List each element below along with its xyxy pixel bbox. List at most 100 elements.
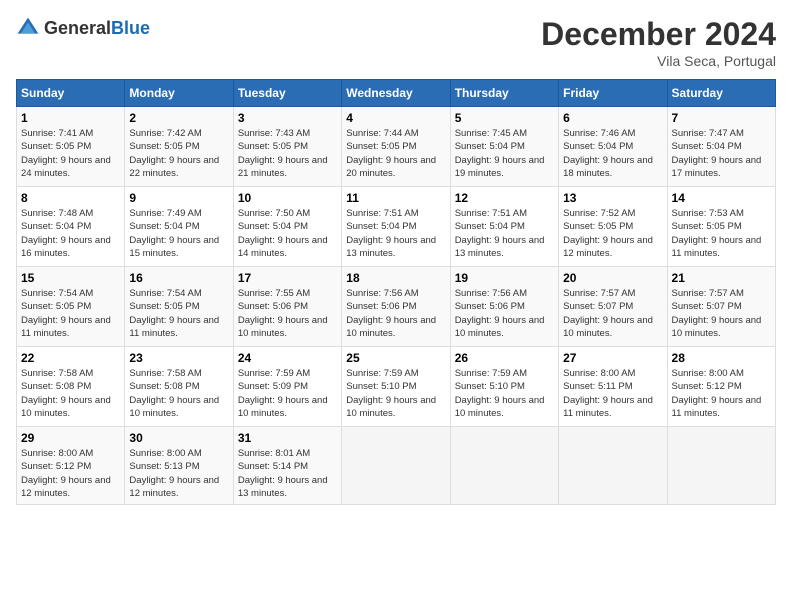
day-number: 12 xyxy=(455,191,554,205)
day-info: Sunrise: 7:50 AM Sunset: 5:04 PM Dayligh… xyxy=(238,207,337,260)
month-title: December 2024 xyxy=(541,16,776,53)
day-info: Sunrise: 7:51 AM Sunset: 5:04 PM Dayligh… xyxy=(346,207,445,260)
day-info: Sunrise: 7:54 AM Sunset: 5:05 PM Dayligh… xyxy=(129,287,228,340)
logo: GeneralBlue xyxy=(16,16,150,40)
day-number: 22 xyxy=(21,351,120,365)
day-info: Sunrise: 7:51 AM Sunset: 5:04 PM Dayligh… xyxy=(455,207,554,260)
day-info: Sunrise: 7:57 AM Sunset: 5:07 PM Dayligh… xyxy=(672,287,771,340)
day-info: Sunrise: 8:00 AM Sunset: 5:11 PM Dayligh… xyxy=(563,367,662,420)
col-tuesday: Tuesday xyxy=(233,80,341,107)
table-row: 2 Sunrise: 7:42 AM Sunset: 5:05 PM Dayli… xyxy=(125,107,233,187)
table-row: 24 Sunrise: 7:59 AM Sunset: 5:09 PM Dayl… xyxy=(233,347,341,427)
day-number: 5 xyxy=(455,111,554,125)
calendar-table: Sunday Monday Tuesday Wednesday Thursday… xyxy=(16,79,776,505)
day-number: 27 xyxy=(563,351,662,365)
table-row xyxy=(559,427,667,505)
day-info: Sunrise: 7:59 AM Sunset: 5:10 PM Dayligh… xyxy=(346,367,445,420)
table-row: 18 Sunrise: 7:56 AM Sunset: 5:06 PM Dayl… xyxy=(342,267,450,347)
calendar-body: 1 Sunrise: 7:41 AM Sunset: 5:05 PM Dayli… xyxy=(17,107,776,505)
day-info: Sunrise: 8:01 AM Sunset: 5:14 PM Dayligh… xyxy=(238,447,337,500)
table-row: 10 Sunrise: 7:50 AM Sunset: 5:04 PM Dayl… xyxy=(233,187,341,267)
day-number: 28 xyxy=(672,351,771,365)
day-info: Sunrise: 7:56 AM Sunset: 5:06 PM Dayligh… xyxy=(346,287,445,340)
location-subtitle: Vila Seca, Portugal xyxy=(541,53,776,69)
day-number: 23 xyxy=(129,351,228,365)
table-row: 21 Sunrise: 7:57 AM Sunset: 5:07 PM Dayl… xyxy=(667,267,775,347)
day-info: Sunrise: 7:56 AM Sunset: 5:06 PM Dayligh… xyxy=(455,287,554,340)
day-number: 3 xyxy=(238,111,337,125)
table-row: 3 Sunrise: 7:43 AM Sunset: 5:05 PM Dayli… xyxy=(233,107,341,187)
logo-general: General xyxy=(44,18,111,38)
day-info: Sunrise: 7:54 AM Sunset: 5:05 PM Dayligh… xyxy=(21,287,120,340)
table-row: 1 Sunrise: 7:41 AM Sunset: 5:05 PM Dayli… xyxy=(17,107,125,187)
day-number: 9 xyxy=(129,191,228,205)
day-number: 2 xyxy=(129,111,228,125)
logo-icon xyxy=(16,16,40,40)
day-info: Sunrise: 8:00 AM Sunset: 5:12 PM Dayligh… xyxy=(21,447,120,500)
day-info: Sunrise: 7:57 AM Sunset: 5:07 PM Dayligh… xyxy=(563,287,662,340)
day-number: 24 xyxy=(238,351,337,365)
day-number: 21 xyxy=(672,271,771,285)
day-number: 16 xyxy=(129,271,228,285)
table-row: 27 Sunrise: 8:00 AM Sunset: 5:11 PM Dayl… xyxy=(559,347,667,427)
day-info: Sunrise: 7:59 AM Sunset: 5:10 PM Dayligh… xyxy=(455,367,554,420)
table-row: 7 Sunrise: 7:47 AM Sunset: 5:04 PM Dayli… xyxy=(667,107,775,187)
logo-blue: Blue xyxy=(111,18,150,38)
day-number: 15 xyxy=(21,271,120,285)
table-row: 16 Sunrise: 7:54 AM Sunset: 5:05 PM Dayl… xyxy=(125,267,233,347)
main-container: GeneralBlue December 2024 Vila Seca, Por… xyxy=(0,0,792,513)
day-info: Sunrise: 7:45 AM Sunset: 5:04 PM Dayligh… xyxy=(455,127,554,180)
day-number: 29 xyxy=(21,431,120,445)
day-number: 10 xyxy=(238,191,337,205)
header-row: Sunday Monday Tuesday Wednesday Thursday… xyxy=(17,80,776,107)
day-number: 7 xyxy=(672,111,771,125)
table-row: 9 Sunrise: 7:49 AM Sunset: 5:04 PM Dayli… xyxy=(125,187,233,267)
table-row: 11 Sunrise: 7:51 AM Sunset: 5:04 PM Dayl… xyxy=(342,187,450,267)
table-row: 8 Sunrise: 7:48 AM Sunset: 5:04 PM Dayli… xyxy=(17,187,125,267)
table-row: 6 Sunrise: 7:46 AM Sunset: 5:04 PM Dayli… xyxy=(559,107,667,187)
day-info: Sunrise: 7:59 AM Sunset: 5:09 PM Dayligh… xyxy=(238,367,337,420)
table-row: 5 Sunrise: 7:45 AM Sunset: 5:04 PM Dayli… xyxy=(450,107,558,187)
day-info: Sunrise: 7:46 AM Sunset: 5:04 PM Dayligh… xyxy=(563,127,662,180)
day-number: 13 xyxy=(563,191,662,205)
day-info: Sunrise: 7:48 AM Sunset: 5:04 PM Dayligh… xyxy=(21,207,120,260)
day-number: 30 xyxy=(129,431,228,445)
day-info: Sunrise: 8:00 AM Sunset: 5:12 PM Dayligh… xyxy=(672,367,771,420)
col-monday: Monday xyxy=(125,80,233,107)
day-number: 20 xyxy=(563,271,662,285)
table-row: 22 Sunrise: 7:58 AM Sunset: 5:08 PM Dayl… xyxy=(17,347,125,427)
col-sunday: Sunday xyxy=(17,80,125,107)
col-saturday: Saturday xyxy=(667,80,775,107)
table-row: 29 Sunrise: 8:00 AM Sunset: 5:12 PM Dayl… xyxy=(17,427,125,505)
day-number: 31 xyxy=(238,431,337,445)
day-info: Sunrise: 7:49 AM Sunset: 5:04 PM Dayligh… xyxy=(129,207,228,260)
day-info: Sunrise: 8:00 AM Sunset: 5:13 PM Dayligh… xyxy=(129,447,228,500)
table-row: 30 Sunrise: 8:00 AM Sunset: 5:13 PM Dayl… xyxy=(125,427,233,505)
day-info: Sunrise: 7:55 AM Sunset: 5:06 PM Dayligh… xyxy=(238,287,337,340)
day-info: Sunrise: 7:43 AM Sunset: 5:05 PM Dayligh… xyxy=(238,127,337,180)
day-number: 14 xyxy=(672,191,771,205)
table-row xyxy=(342,427,450,505)
table-row xyxy=(667,427,775,505)
table-row: 28 Sunrise: 8:00 AM Sunset: 5:12 PM Dayl… xyxy=(667,347,775,427)
title-block: December 2024 Vila Seca, Portugal xyxy=(541,16,776,69)
table-row: 19 Sunrise: 7:56 AM Sunset: 5:06 PM Dayl… xyxy=(450,267,558,347)
day-number: 18 xyxy=(346,271,445,285)
col-friday: Friday xyxy=(559,80,667,107)
table-row xyxy=(450,427,558,505)
table-row: 23 Sunrise: 7:58 AM Sunset: 5:08 PM Dayl… xyxy=(125,347,233,427)
day-number: 11 xyxy=(346,191,445,205)
table-row: 12 Sunrise: 7:51 AM Sunset: 5:04 PM Dayl… xyxy=(450,187,558,267)
table-row: 14 Sunrise: 7:53 AM Sunset: 5:05 PM Dayl… xyxy=(667,187,775,267)
day-number: 19 xyxy=(455,271,554,285)
table-row: 4 Sunrise: 7:44 AM Sunset: 5:05 PM Dayli… xyxy=(342,107,450,187)
day-info: Sunrise: 7:58 AM Sunset: 5:08 PM Dayligh… xyxy=(21,367,120,420)
day-number: 26 xyxy=(455,351,554,365)
table-row: 13 Sunrise: 7:52 AM Sunset: 5:05 PM Dayl… xyxy=(559,187,667,267)
day-info: Sunrise: 7:58 AM Sunset: 5:08 PM Dayligh… xyxy=(129,367,228,420)
table-row: 15 Sunrise: 7:54 AM Sunset: 5:05 PM Dayl… xyxy=(17,267,125,347)
day-number: 1 xyxy=(21,111,120,125)
day-info: Sunrise: 7:52 AM Sunset: 5:05 PM Dayligh… xyxy=(563,207,662,260)
day-info: Sunrise: 7:42 AM Sunset: 5:05 PM Dayligh… xyxy=(129,127,228,180)
page-header: GeneralBlue December 2024 Vila Seca, Por… xyxy=(16,16,776,69)
